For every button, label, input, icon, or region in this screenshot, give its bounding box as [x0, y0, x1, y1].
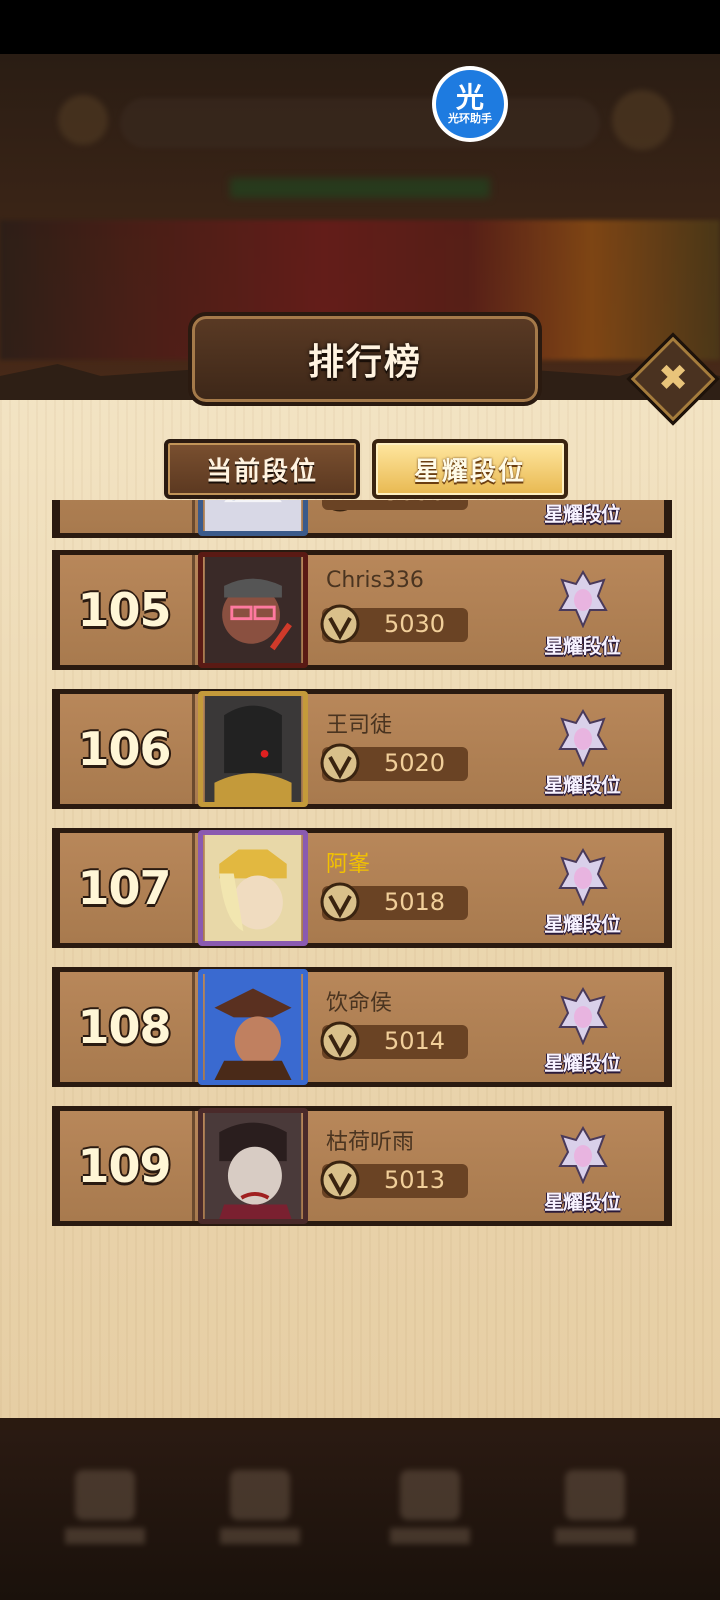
ranking-list[interactable]: 5036 星耀段位 105 Chris336 5030 星耀段位 106 王司徒… [52, 500, 672, 1240]
tier-badge: 星耀段位 [536, 500, 628, 530]
player-name: 王司徒 [326, 713, 393, 738]
list-item[interactable]: 105 Chris336 5030 星耀段位 [52, 550, 672, 670]
status-bar [0, 0, 720, 54]
tier-label: 星耀段位 [544, 1190, 621, 1214]
tier-label: 星耀段位 [544, 773, 621, 797]
star-tier-icon [558, 709, 608, 767]
tab-star-tier[interactable]: 星耀段位 [372, 439, 568, 499]
score-icon [320, 1021, 360, 1061]
avatar[interactable] [198, 830, 308, 946]
blurred-header-bar [120, 98, 600, 148]
blurred-settings-icon [612, 90, 672, 150]
rank-number: 108 [77, 1000, 171, 1054]
star-tier-icon [558, 848, 608, 906]
player-name: 阿峯 [326, 852, 371, 877]
watermark-label: 光环助手 [448, 112, 492, 125]
rank-number: 105 [77, 583, 171, 637]
avatar[interactable] [198, 500, 308, 536]
avatar[interactable] [198, 691, 308, 807]
player-name: 枯荷听雨 [326, 1130, 415, 1155]
player-name: 饮命侯 [326, 991, 393, 1016]
nav-item-blurred-4 [545, 1470, 645, 1560]
tier-badge: 星耀段位 [536, 846, 628, 940]
score-value: 5018 [384, 888, 446, 916]
rank-number: 109 [77, 1139, 171, 1193]
panel-bottom-border [0, 1418, 720, 1430]
tier-badge: 星耀段位 [536, 707, 628, 801]
player-name: Chris336 [326, 568, 424, 593]
score-icon [320, 1160, 360, 1200]
blurred-help-icon [58, 95, 108, 145]
title-plate: 排行榜 [188, 312, 542, 406]
list-item[interactable]: 107 阿峯 5018 星耀段位 [52, 828, 672, 948]
avatar[interactable] [198, 1108, 308, 1224]
page-title: 排行榜 [307, 342, 422, 383]
tier-badge: 星耀段位 [536, 1124, 628, 1218]
list-item: 5036 星耀段位 [52, 500, 672, 538]
score-value: 5013 [384, 1166, 446, 1194]
score-value: 5030 [384, 610, 446, 638]
tier-label: 星耀段位 [544, 502, 621, 526]
nav-item-blurred-1 [55, 1470, 155, 1560]
star-tier-icon [558, 570, 608, 628]
list-item[interactable]: 106 王司徒 5020 星耀段位 [52, 689, 672, 809]
score-value: 5020 [384, 749, 446, 777]
watermark-glyph: 光 [455, 81, 484, 114]
avatar[interactable] [198, 552, 308, 668]
tier-badge: 星耀段位 [536, 568, 628, 662]
watermark-logo: 光 光环助手 [432, 66, 508, 142]
star-tier-icon [558, 987, 608, 1045]
star-tier-icon [558, 1126, 608, 1184]
close-icon: ✖ [657, 357, 689, 399]
tier-label: 星耀段位 [544, 634, 621, 658]
avatar[interactable] [198, 969, 308, 1085]
score-icon [320, 882, 360, 922]
score-value: 5014 [384, 1027, 446, 1055]
rank-number: 106 [77, 722, 171, 776]
nav-item-blurred-2 [210, 1470, 310, 1560]
blurred-status-strip [230, 178, 490, 198]
tier-badge: 星耀段位 [536, 985, 628, 1079]
score-value: 5036 [384, 500, 445, 506]
score-icon [320, 604, 360, 644]
score-icon [320, 743, 360, 783]
nav-item-blurred-3 [380, 1470, 480, 1560]
list-item[interactable]: 109 枯荷听雨 5013 星耀段位 [52, 1106, 672, 1226]
tier-label: 星耀段位 [544, 912, 621, 936]
list-item[interactable]: 108 饮命侯 5014 星耀段位 [52, 967, 672, 1087]
tier-label: 星耀段位 [544, 1051, 621, 1075]
tab-current-tier[interactable]: 当前段位 [164, 439, 360, 499]
rank-number: 107 [77, 861, 171, 915]
